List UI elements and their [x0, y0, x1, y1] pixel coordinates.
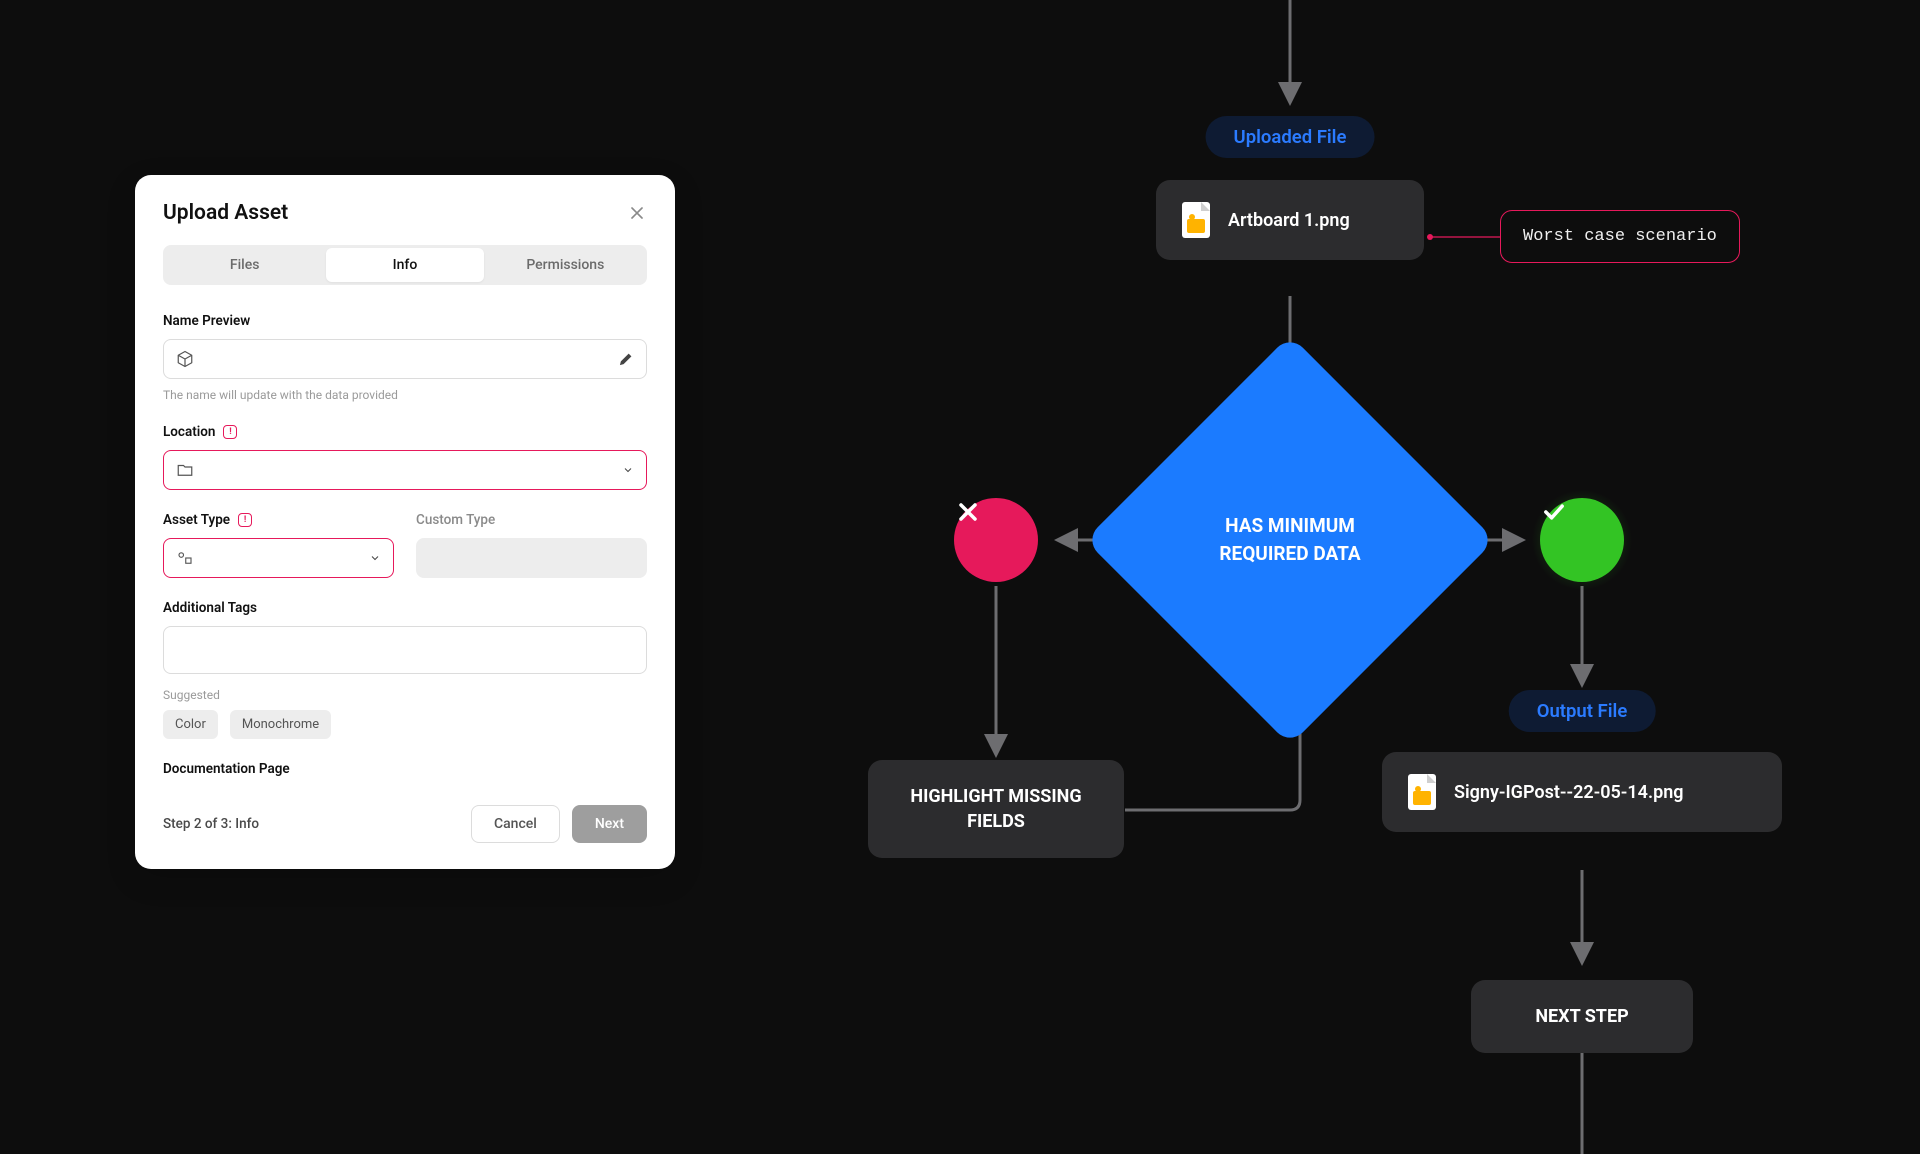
highlight-missing-node: HIGHLIGHT MISSING FIELDS — [868, 760, 1124, 858]
cancel-button[interactable]: Cancel — [471, 805, 560, 843]
worst-case-annotation: Worst case scenario — [1500, 210, 1740, 263]
next-button[interactable]: Next — [572, 805, 647, 843]
tab-permissions[interactable]: Permissions — [487, 248, 644, 282]
input-file-name: Artboard 1.png — [1228, 210, 1350, 231]
additional-tags-label: Additional Tags — [163, 600, 647, 616]
required-badge-icon: ! — [223, 425, 237, 439]
tab-files[interactable]: Files — [166, 248, 323, 282]
output-file-pill: Output File — [1509, 690, 1656, 732]
modal-title: Upload Asset — [163, 201, 288, 225]
image-file-icon — [1182, 202, 1210, 238]
folder-icon — [176, 461, 194, 479]
location-label: Location ! — [163, 424, 647, 440]
tab-strip: Files Info Permissions — [163, 245, 647, 285]
tab-info[interactable]: Info — [326, 248, 483, 282]
decision-diamond: HAS MINIMUM REQUIRED DATA — [1145, 395, 1435, 685]
output-file-node: Signy-IGPost--22-05-14.png — [1382, 752, 1782, 832]
asset-type-select[interactable] — [163, 538, 394, 578]
close-icon[interactable] — [627, 203, 647, 223]
additional-tags-input[interactable] — [163, 626, 647, 674]
custom-type-input — [416, 538, 647, 578]
pencil-icon[interactable] — [618, 351, 634, 367]
next-step-node: NEXT STEP — [1471, 980, 1693, 1053]
check-icon — [1540, 498, 1568, 526]
chevron-down-icon — [369, 552, 381, 564]
name-preview-input[interactable] — [163, 339, 647, 379]
x-icon — [954, 498, 982, 526]
success-indicator — [1540, 498, 1624, 582]
suggested-tag-monochrome[interactable]: Monochrome — [230, 710, 331, 739]
upload-asset-modal: Upload Asset Files Info Permissions Name… — [135, 175, 675, 869]
required-badge-icon: ! — [238, 513, 252, 527]
asset-type-label: Asset Type ! — [163, 512, 394, 528]
custom-type-label: Custom Type — [416, 512, 647, 528]
image-file-icon — [1408, 774, 1436, 810]
suggested-label: Suggested — [163, 688, 647, 702]
uploaded-file-pill: Uploaded File — [1206, 116, 1375, 158]
chevron-down-icon — [622, 464, 634, 476]
name-preview-label: Name Preview — [163, 313, 647, 329]
suggested-tag-color[interactable]: Color — [163, 710, 218, 739]
documentation-label: Documentation Page — [163, 761, 647, 777]
shapes-icon — [176, 549, 194, 567]
output-file-name: Signy-IGPost--22-05-14.png — [1454, 782, 1684, 803]
uploaded-file-pill-label: Uploaded File — [1234, 126, 1347, 148]
step-indicator: Step 2 of 3: Info — [163, 816, 259, 832]
input-file-node: Artboard 1.png — [1156, 180, 1424, 260]
name-preview-helper: The name will update with the data provi… — [163, 388, 647, 402]
fail-indicator — [954, 498, 1038, 582]
decision-text: HAS MINIMUM REQUIRED DATA — [1185, 512, 1395, 567]
location-select[interactable] — [163, 450, 647, 490]
package-icon — [176, 350, 194, 368]
